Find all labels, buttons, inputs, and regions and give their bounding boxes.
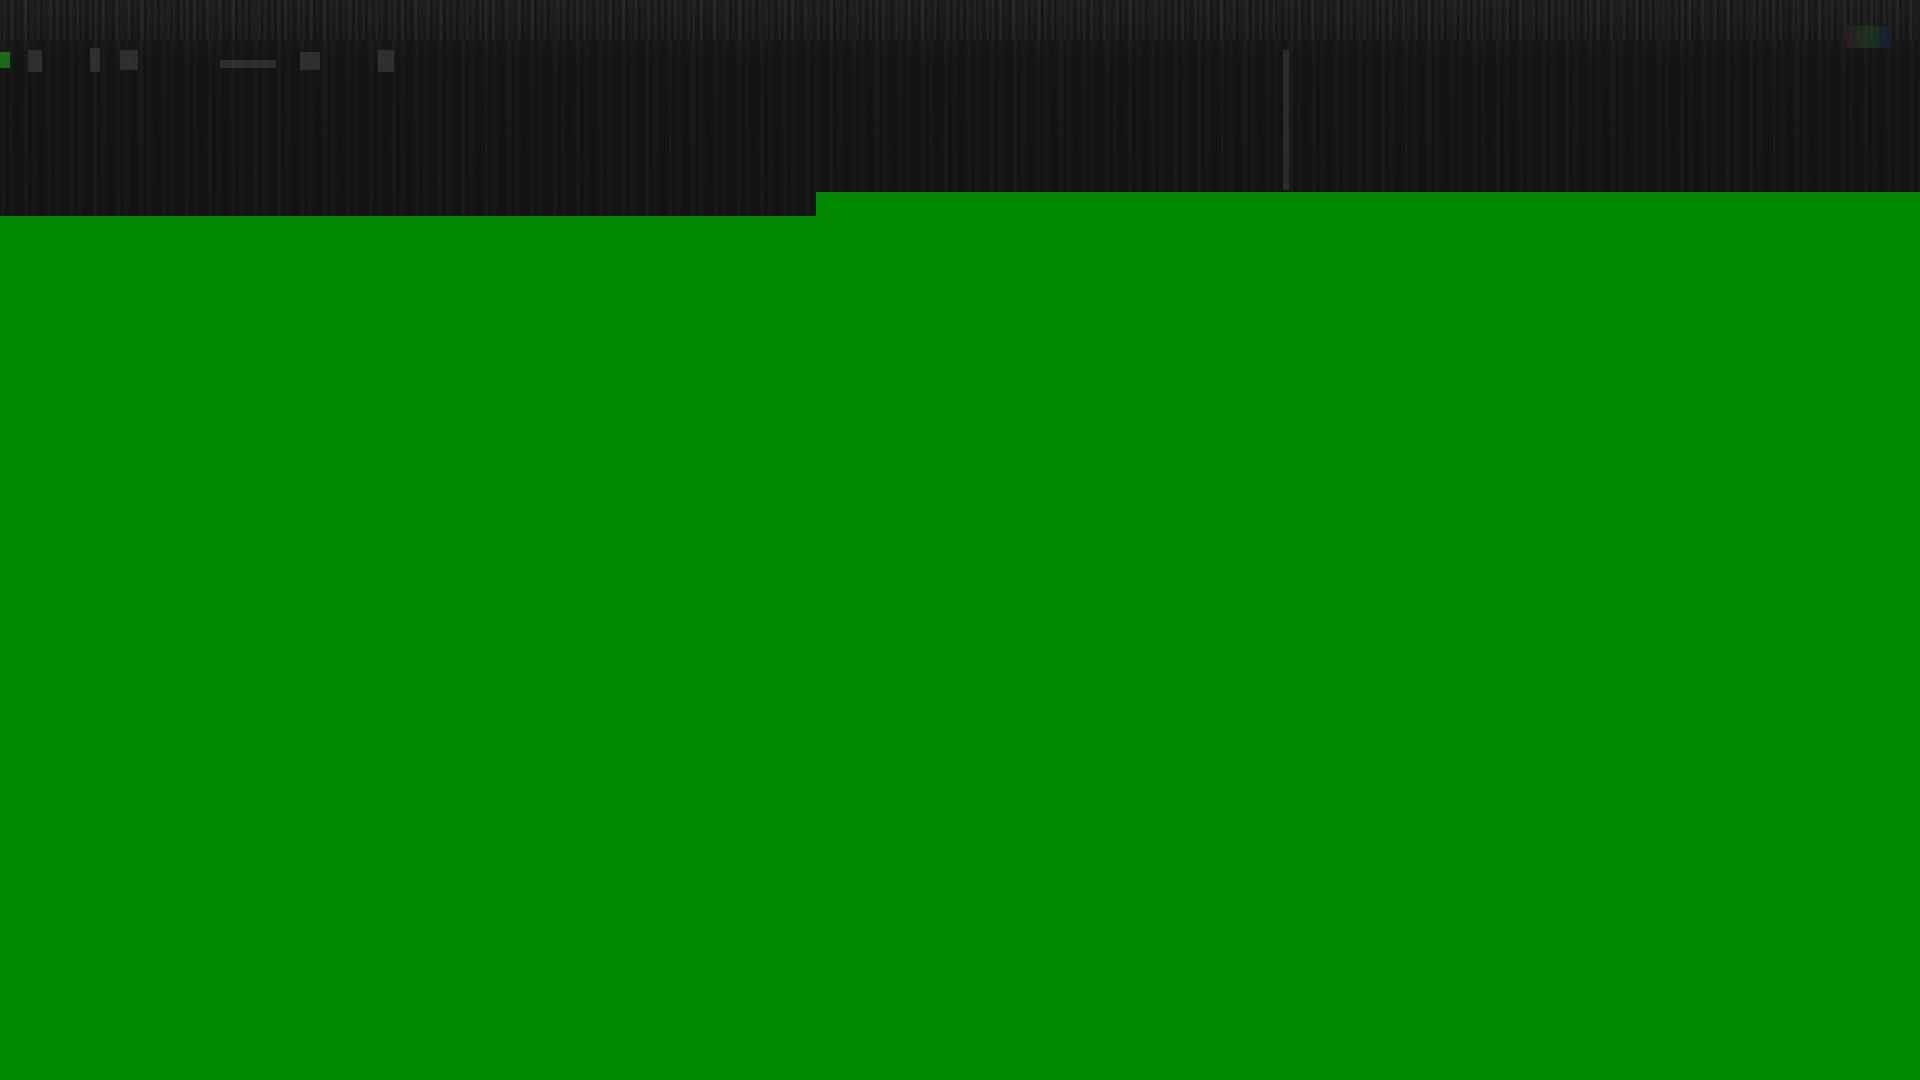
noise-strip — [0, 0, 1920, 40]
artifact-mark — [378, 50, 394, 72]
artifact-mark — [28, 50, 42, 72]
artifact-mark — [220, 60, 276, 68]
corrupted-top-band — [0, 0, 1920, 216]
artifact-mark — [120, 50, 138, 70]
artifact-mark — [1846, 26, 1890, 48]
artifact-mark — [0, 52, 10, 68]
green-fill-region — [816, 192, 1920, 216]
artifact-mark — [300, 52, 320, 70]
artifact-mark — [90, 48, 100, 72]
screen-canvas — [0, 0, 1920, 1080]
artifact-mark — [1283, 50, 1289, 190]
